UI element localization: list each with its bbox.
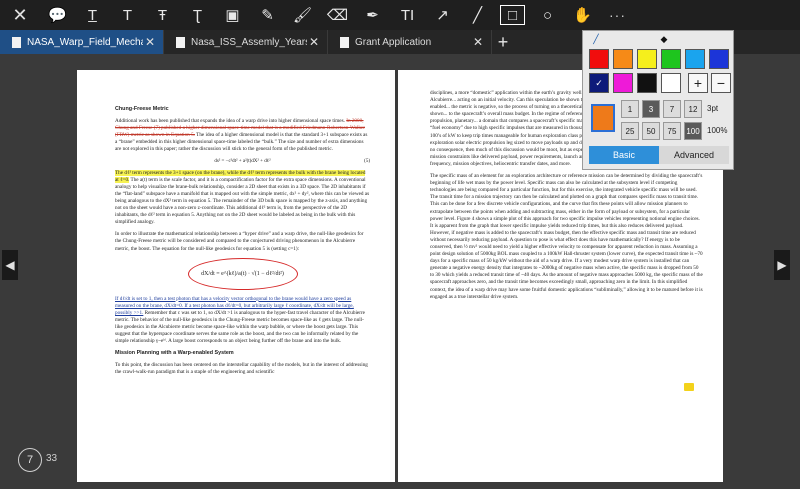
text-highlight-tool-icon[interactable]: T̲ xyxy=(75,0,110,30)
more-icon[interactable]: ··· xyxy=(600,0,635,30)
page-left[interactable]: Chung-Freese Metric Additional work has … xyxy=(77,70,395,482)
text-underline-tool-icon[interactable]: T xyxy=(110,0,145,30)
text-replace-tool-icon[interactable]: Ʈ xyxy=(180,0,215,30)
opacity-value: 100% xyxy=(707,126,728,135)
stroke-size-button[interactable]: 3 xyxy=(642,100,660,118)
add-color-button[interactable]: + xyxy=(688,73,708,93)
opacity-button[interactable]: 75 xyxy=(663,122,681,140)
color-swatch[interactable] xyxy=(637,73,657,93)
tab-label: Nasa_ISS_Assemly_Years xyxy=(191,36,307,48)
sticky-note-icon[interactable] xyxy=(684,383,694,391)
popup-mode-icons: ╱ ◆ xyxy=(583,33,735,45)
add-tab-icon[interactable]: + xyxy=(492,30,514,54)
opacity-button[interactable]: 100 xyxy=(684,122,702,140)
annotation-toolbar: ✕ 💬 T̲ T Ŧ Ʈ ▣ ✎ 🖌 ⌫ ✒ TI ↗ ╱ □ ○ ✋ ··· xyxy=(0,0,800,30)
opacity-button[interactable]: 50 xyxy=(642,122,660,140)
color-swatch[interactable] xyxy=(613,73,633,93)
text-span: The a(t) term is the scale factor, and i… xyxy=(115,176,370,226)
document-icon xyxy=(12,36,21,48)
next-page-icon[interactable]: ▶ xyxy=(774,250,790,280)
hand-tool-icon[interactable]: ✋ xyxy=(565,0,600,30)
rectangle-tool-icon[interactable]: □ xyxy=(495,0,530,30)
tab-grant-application[interactable]: Grant Application ✕ xyxy=(328,30,492,54)
line-tool-icon[interactable]: ╱ xyxy=(460,0,495,30)
paragraph: In order to illustrate the mathematical … xyxy=(115,231,364,252)
color-swatch[interactable] xyxy=(685,49,705,69)
text-strike-tool-icon[interactable]: Ŧ xyxy=(145,0,180,30)
pdf-annotator-app: ✕ 💬 T̲ T Ŧ Ʈ ▣ ✎ 🖌 ⌫ ✒ TI ↗ ╱ □ ○ ✋ ··· NASA_Warp_Field… xyxy=(0,0,800,489)
text-span: Remember that c was set to 1, so dX/dt >… xyxy=(115,309,365,345)
stroke-size-button[interactable]: 12 xyxy=(684,100,702,118)
opacity-button[interactable]: 25 xyxy=(621,122,639,140)
current-page-badge[interactable]: 7 xyxy=(18,448,42,472)
equation-text: ds² = −c²dt² + a²(t)dX² + dℓ² xyxy=(214,158,271,164)
toolbar-tools: 💬 T̲ T Ŧ Ʈ ▣ ✎ 🖌 ⌫ ✒ TI ↗ ╱ □ ○ ✋ xyxy=(40,0,600,30)
image-tool-icon[interactable]: ▣ xyxy=(215,0,250,30)
brush-tool-icon[interactable]: 🖌 xyxy=(285,0,320,30)
total-pages: 33 xyxy=(46,453,58,464)
paragraph: The dℓ² term represents the 3+1 space (o… xyxy=(115,169,370,227)
basic-mode-button[interactable]: Basic xyxy=(589,146,659,164)
section-heading: Mission Planning with a Warp-enabled Sys… xyxy=(115,350,234,357)
comment-tool-icon[interactable]: 💬 xyxy=(40,0,75,30)
tab-label: Grant Application xyxy=(355,36,432,48)
text-box-tool-icon[interactable]: TI xyxy=(390,0,425,30)
close-icon[interactable]: ✕ xyxy=(0,0,40,30)
stroke-size-value: 3pt xyxy=(707,104,719,113)
tab-nasa-warp-field-mechanics[interactable]: NASA_Warp_Field_Mechanics ✕ xyxy=(0,30,164,54)
ellipse-tool-icon[interactable]: ○ xyxy=(530,0,565,30)
text-span: Additional work has been published that … xyxy=(115,118,345,125)
document-icon xyxy=(176,36,185,48)
color-swatch[interactable] xyxy=(637,49,657,69)
arrow-tool-icon[interactable]: ↗ xyxy=(425,0,460,30)
edit-tool-icon[interactable]: ✎ xyxy=(250,0,285,30)
paragraph: If dℓ/dt is set to 1, then a test photon… xyxy=(115,296,370,346)
tab-label: NASA_Warp_Field_Mechanics xyxy=(27,36,143,48)
color-swatch[interactable] xyxy=(709,49,729,69)
tab-close-icon[interactable]: ✕ xyxy=(143,35,157,49)
color-swatch[interactable] xyxy=(613,49,633,69)
paragraph: To this point, the discussion has been c… xyxy=(115,362,368,376)
fill-bucket-icon[interactable]: ◆ xyxy=(657,33,671,45)
tab-close-icon[interactable]: ✕ xyxy=(307,35,321,49)
section-heading: Chung-Freese Metric xyxy=(115,106,169,112)
eraser-tool-icon[interactable]: ⌫ xyxy=(320,0,355,30)
stroke-preview-swatch xyxy=(591,104,615,132)
ellipse-annotation[interactable]: dX/dt = e^(kℓ)/a(t) · √(1 − dℓ²/dt²) xyxy=(187,257,298,290)
tab-nasa-iss-assemly-years[interactable]: Nasa_ISS_Assemly_Years ✕ xyxy=(164,30,328,54)
stroke-size-button[interactable]: 7 xyxy=(663,100,681,118)
paragraph: Additional work has been published that … xyxy=(115,118,370,153)
equation-text: dX/dt = e^(kℓ)/a(t) · √(1 − dℓ²/dt²) xyxy=(201,270,284,277)
color-swatch[interactable] xyxy=(661,49,681,69)
stroke-size-button[interactable]: 1 xyxy=(621,100,639,118)
tab-close-icon[interactable]: ✕ xyxy=(471,35,485,49)
advanced-mode-button[interactable]: Advanced xyxy=(659,146,729,164)
remove-color-button[interactable]: − xyxy=(711,73,731,93)
color-swatch[interactable] xyxy=(589,49,609,69)
pen-tool-icon[interactable]: ✒ xyxy=(355,0,390,30)
equation-5: ds² = −c²dt² + a²(t)dX² + dℓ² (5) xyxy=(115,159,370,164)
stroke-color-icon[interactable]: ╱ xyxy=(589,33,603,45)
color-swatch-selected[interactable]: ✓ xyxy=(589,73,609,93)
document-icon xyxy=(340,36,349,48)
style-popup: ╱ ◆ ✓ + − 1 3 7 12 3pt 25 50 75 100 100% Basic… xyxy=(582,30,734,170)
paragraph: The specific mass of an element for an e… xyxy=(430,173,703,300)
equation-number: (5) xyxy=(364,158,370,164)
previous-page-icon[interactable]: ◀ xyxy=(2,250,18,280)
color-swatch[interactable] xyxy=(661,73,681,93)
